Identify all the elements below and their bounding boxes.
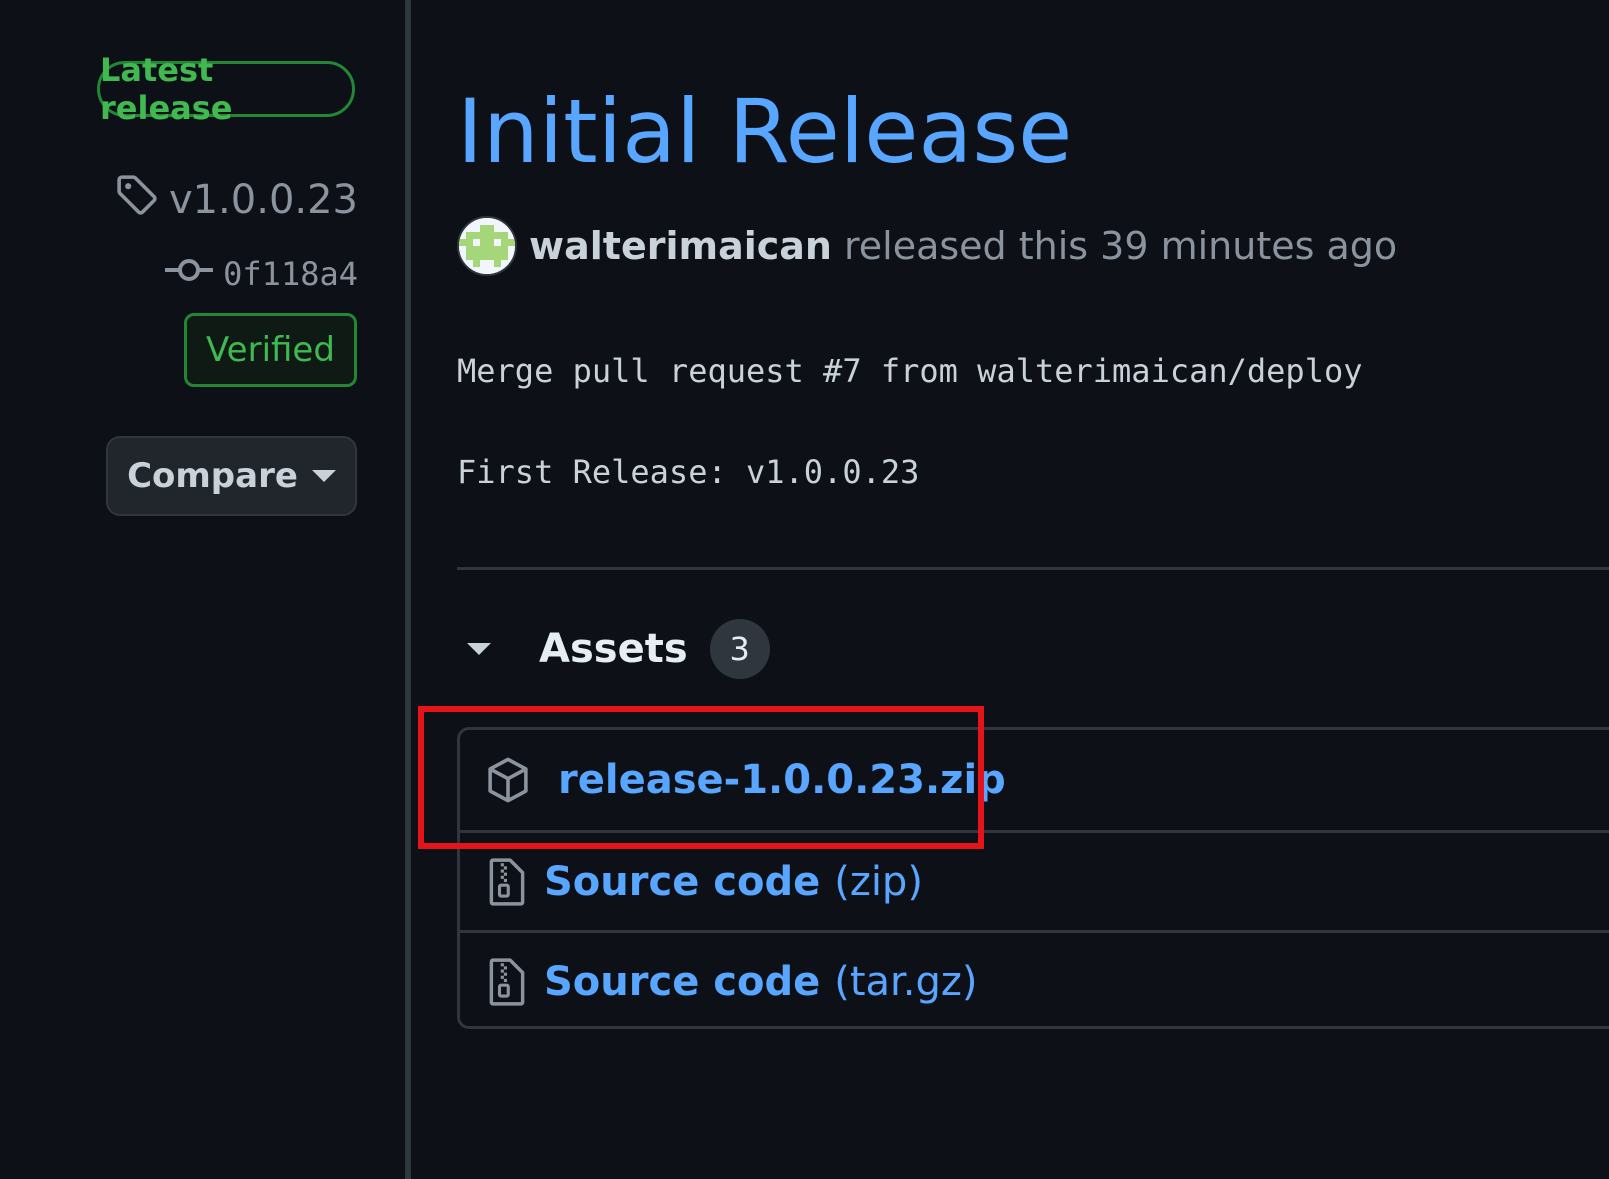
tag-link[interactable]: v1.0.0.23 xyxy=(117,172,358,228)
release-sidebar: Latest release v1.0.0.23 0f118a4 Verifie… xyxy=(0,0,405,1179)
asset-row[interactable]: Source code (tar.gz) xyxy=(460,930,1609,1030)
asset-row[interactable]: release-1.0.0.23.zip xyxy=(460,730,1609,830)
file-zip-icon xyxy=(488,857,526,907)
release-time-text: released this 39 minutes ago xyxy=(843,224,1398,268)
avatar[interactable] xyxy=(457,216,517,276)
commit-sha: 0f118a4 xyxy=(223,255,358,293)
commit-link[interactable]: 0f118a4 xyxy=(160,250,358,298)
source-targz-suffix: (tar.gz) xyxy=(834,958,978,1005)
tag-icon xyxy=(115,173,159,227)
asset-row[interactable]: Source code (zip) xyxy=(460,830,1609,930)
release-main: Initial Release walterimaican released t… xyxy=(411,0,1609,1179)
verified-badge[interactable]: Verified xyxy=(184,313,357,387)
release-body-line: Merge pull request #7 from walterimaican… xyxy=(457,352,1363,390)
file-zip-icon xyxy=(488,957,526,1007)
package-icon xyxy=(486,756,530,804)
chevron-down-icon xyxy=(467,643,491,655)
assets-toggle[interactable]: Assets 3 xyxy=(467,619,770,679)
assets-list: release-1.0.0.23.zip Source code (zip) S… xyxy=(457,727,1609,1029)
release-author-row: walterimaican released this 39 minutes a… xyxy=(457,214,1397,278)
source-zip-suffix: (zip) xyxy=(834,858,923,905)
compare-button[interactable]: Compare xyxy=(106,436,357,516)
assets-label: Assets xyxy=(539,626,688,672)
source-targz-link[interactable]: Source code xyxy=(544,959,820,1005)
tag-label: v1.0.0.23 xyxy=(168,177,358,223)
release-body-line: First Release: v1.0.0.23 xyxy=(457,453,920,491)
author-link[interactable]: walterimaican xyxy=(529,224,832,268)
assets-count-badge: 3 xyxy=(709,619,770,679)
source-zip-link[interactable]: Source code xyxy=(544,859,820,905)
chevron-down-icon xyxy=(311,470,336,482)
latest-release-badge: Latest release xyxy=(97,51,355,127)
release-title[interactable]: Initial Release xyxy=(457,80,1072,183)
commit-icon xyxy=(165,255,214,293)
section-divider xyxy=(457,567,1609,570)
compare-label: Compare xyxy=(127,456,298,496)
asset-download-link[interactable]: release-1.0.0.23.zip xyxy=(558,757,1006,803)
